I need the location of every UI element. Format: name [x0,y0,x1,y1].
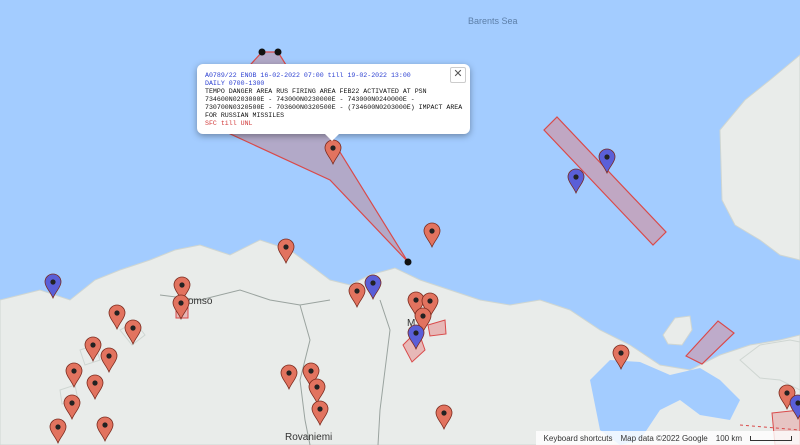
map-marker-red-icon[interactable] [63,394,81,420]
map-marker-red-icon[interactable] [348,282,366,308]
notam-body-line: FOR RUSSIAN MISSILES [205,112,285,119]
map-marker-red-icon[interactable] [324,139,342,165]
notam-info-window: ✕ A0789/22 ENOB 16-02-2022 07:00 till 19… [197,64,470,141]
map-marker-red-icon[interactable] [65,362,83,388]
map-marker-red-icon[interactable] [280,364,298,390]
notam-body-line: TEMPO DANGER AREA RUS FIRING AREA FEB22 … [205,88,427,95]
map-marker-red-icon[interactable] [100,347,118,373]
map-marker-blue-icon[interactable] [44,273,62,299]
map-marker-red-icon[interactable] [311,400,329,426]
city-label-tromso: omso [188,296,213,307]
polygon-vertex [274,48,282,56]
map-marker-red-icon[interactable] [124,319,142,345]
land-novaya-zemlya [719,54,800,261]
map-marker-red-icon[interactable] [96,416,114,442]
map-marker-blue-icon[interactable] [789,394,800,420]
map-marker-red-icon[interactable] [277,238,295,264]
scale-label: 100 km [715,433,742,443]
land-kolguev [662,315,693,346]
close-icon[interactable]: ✕ [450,67,466,83]
map-canvas[interactable]: Barents Sea omso M Rovaniemi ✕ A0789/22 … [0,0,800,445]
polygon-vertex [258,48,266,56]
popup-tail [325,134,339,141]
map-footer: Keyboard shortcuts Map data ©2022 Google… [535,431,800,445]
city-label-rovaniemi: Rovaniemi [285,432,333,443]
map-marker-red-icon[interactable] [49,418,67,444]
map-marker-blue-icon[interactable] [598,148,616,174]
map-marker-red-icon[interactable] [172,294,190,320]
map-marker-blue-icon[interactable] [364,274,382,300]
map-marker-red-icon[interactable] [612,344,630,370]
notam-body-line: 730700N0320500E - 703600N0320500E - (734… [205,104,463,111]
notam-schedule: DAILY 0700-1300 [205,80,265,87]
sea-label: Barents Sea [468,16,518,26]
map-marker-blue-icon[interactable] [407,324,425,350]
map-marker-red-icon[interactable] [423,222,441,248]
map-marker-red-icon[interactable] [86,374,104,400]
map-attribution: Map data ©2022 Google [620,433,708,443]
notam-body-line: 734600N0203000E - 743000N0230000E - 7430… [205,96,415,103]
map-marker-red-icon[interactable] [435,404,453,430]
firing-zone-rectangle [543,116,667,246]
map-marker-blue-icon[interactable] [567,168,585,194]
scale-bar [750,435,792,441]
notam-limits: SFC till UNL [205,120,253,127]
notam-header: A0789/22 ENOB 16-02-2022 07:00 till 19-0… [205,72,411,79]
keyboard-shortcuts-link[interactable]: Keyboard shortcuts [544,434,613,443]
polygon-vertex [404,258,412,266]
